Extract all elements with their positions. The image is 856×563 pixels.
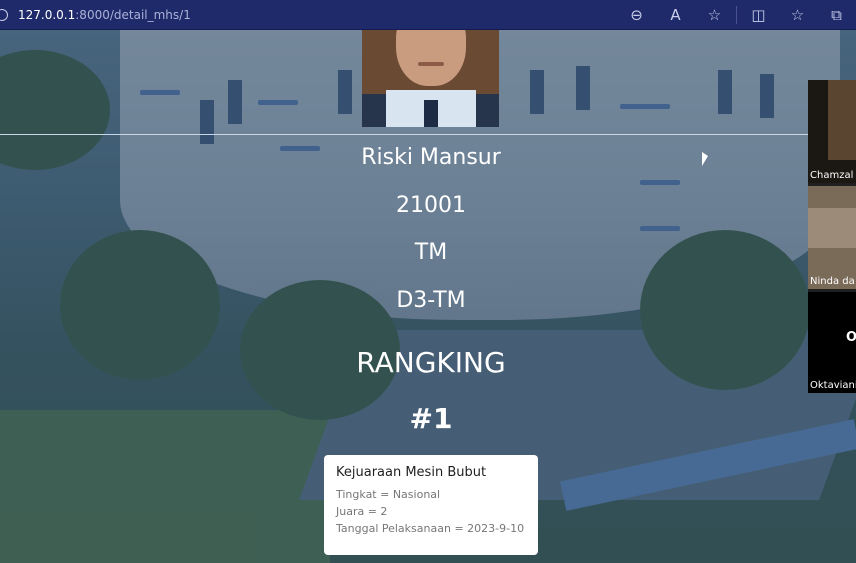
split-screen-icon[interactable]: ◫ xyxy=(739,0,778,30)
favorites-icon[interactable]: ☆ xyxy=(778,0,817,30)
url-path: :8000/detail_mhs/1 xyxy=(75,7,191,22)
site-info-icon[interactable] xyxy=(0,8,8,21)
browser-address-bar: 127.0.0.1:8000/detail_mhs/1 ⊖ A ☆ ◫ ☆ ⧉ xyxy=(0,0,856,30)
ranking-label: RANGKING xyxy=(356,346,506,379)
photo-face xyxy=(396,30,466,86)
read-aloud-icon[interactable]: A xyxy=(656,0,695,30)
collections-icon[interactable]: ⧉ xyxy=(817,0,856,30)
participant-initials: Ol xyxy=(846,330,856,345)
participant-video xyxy=(828,80,856,160)
student-photo xyxy=(362,30,499,127)
achievement-tingkat: Tingkat = Nasional xyxy=(336,488,441,501)
participant-tile[interactable]: Ninda da xyxy=(808,186,856,289)
achievement-card: Kejuaraan Mesin Bubut Tingkat = Nasional… xyxy=(324,455,538,555)
participant-name: Ninda da xyxy=(810,276,855,287)
navbar-divider xyxy=(0,134,808,135)
student-nim: 21001 xyxy=(396,193,466,218)
mouse-cursor-icon xyxy=(702,152,708,166)
participant-tile[interactable]: Ol Oktaviani xyxy=(808,292,856,393)
browser-toolbar-icons: ⊖ A ☆ ◫ ☆ ⧉ xyxy=(617,0,856,30)
zoom-out-icon[interactable]: ⊖ xyxy=(617,0,656,30)
participant-tile[interactable]: Chamzal d xyxy=(808,80,856,183)
url-field[interactable]: 127.0.0.1:8000/detail_mhs/1 xyxy=(18,8,191,22)
achievement-title: Kejuaraan Mesin Bubut xyxy=(336,465,487,480)
photo-mouth xyxy=(418,62,444,66)
ranking-value: #1 xyxy=(409,402,453,435)
favorite-star-icon[interactable]: ☆ xyxy=(695,0,734,30)
photo-tie xyxy=(424,100,438,127)
student-name: Riski Mansur xyxy=(361,145,501,170)
video-call-panel: Chamzal d Ninda da Ol Oktaviani xyxy=(808,80,856,393)
participant-video xyxy=(808,208,856,248)
achievement-tanggal: Tanggal Pelaksanaan = 2023-9-10 xyxy=(336,522,525,535)
url-host: 127.0.0.1 xyxy=(18,7,76,22)
participant-name: Oktaviani xyxy=(810,380,856,391)
student-prodi: TM xyxy=(414,240,448,265)
toolbar-divider xyxy=(736,6,737,24)
student-kelas: D3-TM xyxy=(396,288,466,313)
participant-name: Chamzal d xyxy=(810,170,856,181)
achievement-juara: Juara = 2 xyxy=(336,505,388,518)
